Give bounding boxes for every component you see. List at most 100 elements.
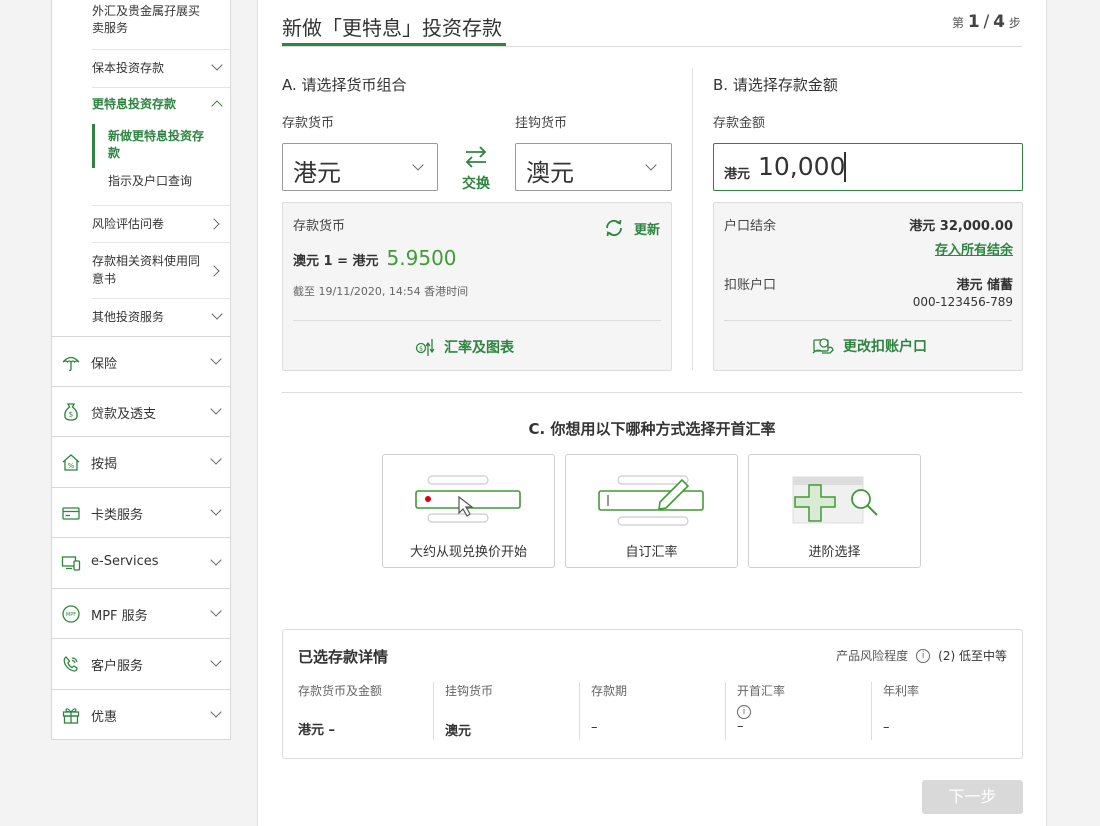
sidebar-item-fx-margin[interactable]: 外汇及贵金属孖展买 卖服务 <box>92 0 230 50</box>
chevron-down-icon <box>412 159 424 171</box>
chevron-right-icon <box>208 265 220 277</box>
summary-col-value: 港元 – <box>298 723 336 738</box>
sidebar-item-insurance[interactable]: 保险 <box>52 336 230 386</box>
change-account-label: 更改扣账户口 <box>843 339 927 355</box>
rate-line: 澳元 1 = 港元 5.9500 <box>293 246 457 270</box>
sidebar-item-label: 保险 <box>91 357 118 372</box>
exchange-chart-icon: $ <box>415 339 435 356</box>
sidebar-item-label: e-Services <box>91 554 159 569</box>
amount-currency: 港元 <box>724 167 751 182</box>
rate-value: 5.9500 <box>386 246 457 270</box>
sidebar-item-label: 款 <box>108 146 121 160</box>
summary-col-deposit: 存款货币及金额 港元 – <box>298 682 433 738</box>
sidebar-item-customer-service[interactable]: 客户服务 <box>52 638 230 688</box>
sidebar-subitem-instructions[interactable]: 指示及户口查询 <box>108 173 192 190</box>
summary-col-tenor: 存款期 – <box>591 682 721 735</box>
refresh-button[interactable]: 更新 <box>603 217 660 239</box>
sidebar-item-label: 贷款及透支 <box>91 407 157 422</box>
option-market-rate[interactable]: 大约从现兑换价开始 <box>382 454 555 568</box>
debit-account-name: 港元 储蓄 <box>956 278 1013 293</box>
sidebar-item-label: 保本投资存款 <box>92 61 165 75</box>
sidebar-item-label: 意书 <box>92 272 117 286</box>
amount-input[interactable]: 港元 10,000 <box>713 143 1023 191</box>
balance-value: 港元 32,000.00 <box>909 219 1013 234</box>
chevron-down-icon <box>210 706 222 718</box>
summary-col-value: – <box>737 719 744 734</box>
sidebar-item-label: 卖服务 <box>92 21 129 35</box>
sidebar-item-mpf[interactable]: MPF MPF 服务 <box>52 588 230 638</box>
next-button[interactable]: 下一步 <box>922 780 1023 814</box>
summary-title: 已选存款详情 <box>298 648 389 666</box>
chevron-down-icon <box>211 308 223 320</box>
svg-text:%: % <box>68 462 75 470</box>
exchange-rate-box: 存款货币 更新 澳元 1 = 港元 5.9500 截至 19/11/2020, … <box>282 202 672 371</box>
info-icon[interactable]: i <box>737 705 751 719</box>
deposit-all-link[interactable]: 存入所有结余 <box>935 239 1013 258</box>
chevron-right-icon <box>208 218 220 230</box>
sidebar-item-label: 新做更特息投资存 <box>108 129 205 143</box>
risk-level: 产品风险程度 i (2) 低至中等 <box>836 647 1007 664</box>
summary-col-header: 年利率 <box>883 684 920 698</box>
section-divider <box>692 68 693 370</box>
chevron-down-icon <box>210 353 222 365</box>
sidebar-item-offers[interactable]: 优惠 <box>52 689 230 739</box>
swap-label: 交换 <box>462 176 490 192</box>
linked-currency-label: 挂钩货币 <box>515 116 568 131</box>
summary-col-header: 挂钩货币 <box>445 684 494 698</box>
option-label: 自订汇率 <box>625 545 678 560</box>
sidebar-item-premium-deposit[interactable]: 更特息投资存款 新做更特息投资存 款 指示及户口查询 <box>92 88 230 206</box>
svg-text:MPF: MPF <box>66 612 76 618</box>
section-c-divider <box>282 392 1022 393</box>
risk-label: 产品风险程度 <box>836 649 909 663</box>
step-suffix: 步 <box>1008 16 1021 30</box>
sidebar-item-label: 卡类服务 <box>91 508 144 523</box>
refresh-label: 更新 <box>634 222 661 238</box>
sidebar-item-cards[interactable]: 卡类服务 <box>52 487 230 537</box>
change-account-icon <box>812 338 834 354</box>
card-icon <box>62 507 80 520</box>
amount-label: 存款金额 <box>713 116 766 131</box>
header-divider <box>282 46 1022 47</box>
sidebar-item-risk-questionnaire[interactable]: 风险评估问卷 <box>92 206 230 243</box>
summary-col-header: 开首汇率 <box>737 684 786 698</box>
linked-currency-select[interactable]: 澳元 <box>515 143 672 191</box>
info-icon[interactable]: i <box>916 648 931 663</box>
sidebar-item-label: 其他投资服务 <box>92 310 165 324</box>
step-total: 4 <box>993 12 1005 32</box>
option-label: 大约从现兑换价开始 <box>409 545 527 560</box>
gift-icon <box>62 708 80 724</box>
swap-button[interactable]: 交换 <box>458 145 494 193</box>
deposit-currency-select[interactable]: 港元 <box>282 143 438 191</box>
refresh-icon <box>606 219 622 237</box>
sidebar-subitem-new-deposit[interactable]: 新做更特息投资存 款 <box>108 128 223 162</box>
rate-box-title: 存款货币 <box>293 219 346 234</box>
column-divider <box>579 682 580 740</box>
sidebar-item-principal-protected[interactable]: 保本投资存款 <box>92 50 230 88</box>
summary-col-annual-rate: 年利率 – <box>883 682 1013 735</box>
rates-charts-link[interactable]: $ 汇率及图表 <box>415 336 514 358</box>
sidebar-item-label: 更特息投资存款 <box>92 97 177 111</box>
step-separator: / <box>983 12 990 32</box>
sidebar-item-eservices[interactable]: e-Services <box>52 537 230 587</box>
section-c-title: C. 你想用以下哪种方式选择开首汇率 <box>528 420 776 438</box>
sidebar-item-consent[interactable]: 存款相关资料使用同 意书 <box>92 243 230 299</box>
debit-account-label: 扣账户口 <box>724 278 777 293</box>
phone-hand-icon <box>63 656 78 672</box>
sidebar-item-loans[interactable]: $ 贷款及透支 <box>52 386 230 436</box>
change-account-link[interactable]: 更改扣账户口 <box>812 336 927 356</box>
option-advanced[interactable]: 进阶选择 <box>748 454 921 568</box>
option-custom-rate[interactable]: 自订汇率 <box>565 454 738 568</box>
cursor-rate-illustration <box>415 475 521 523</box>
chevron-down-icon <box>210 605 222 617</box>
devices-icon <box>61 556 81 571</box>
sidebar-item-other-investment[interactable]: 其他投资服务 <box>92 299 230 336</box>
money-bag-icon: $ <box>64 403 78 421</box>
column-divider <box>725 682 726 740</box>
sidebar-item-label: 客户服务 <box>91 659 144 674</box>
option-label: 进阶选择 <box>808 545 861 560</box>
chevron-up-icon <box>211 100 223 112</box>
chevron-down-icon <box>210 554 222 566</box>
summary-col-header: 存款货币及金额 <box>298 684 383 698</box>
debit-account-number: 000-123456-789 <box>912 295 1013 309</box>
sidebar-item-mortgage[interactable]: % 按揭 <box>52 436 230 486</box>
